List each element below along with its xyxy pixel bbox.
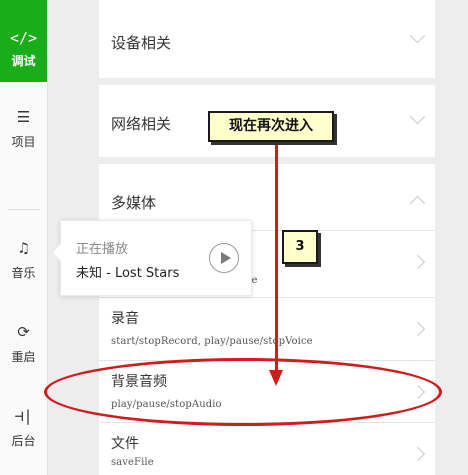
list-item-title: 文件: [111, 436, 139, 452]
sidebar-item-label: 项目: [11, 135, 36, 149]
background-icon: ⊣|: [14, 407, 33, 425]
chevron-right-icon: [410, 446, 426, 462]
chevron-right-icon: [410, 254, 426, 270]
list-item-file[interactable]: 文件 saveFile: [99, 422, 435, 475]
list-item-title: 录音: [111, 311, 139, 327]
sidebar-item-restart[interactable]: ⟳ 重启: [0, 322, 47, 365]
chevron-up-icon[interactable]: [409, 195, 426, 212]
sidebar-divider: [8, 209, 40, 210]
section-title: 网络相关: [111, 115, 172, 133]
list-item-subtitle: saveFile: [111, 457, 154, 468]
highlight-ellipse: [44, 358, 442, 426]
section-title[interactable]: 多媒体: [111, 192, 156, 213]
sidebar-item-background[interactable]: ⊣| 后台: [0, 406, 47, 449]
annotation-callout: 现在再次进入: [208, 111, 334, 142]
sidebar-item-label: 后台: [11, 434, 36, 448]
music-player-popup: 正在播放 未知 - Lost Stars: [60, 220, 252, 296]
annotation-arrow: [275, 142, 278, 382]
sidebar-item-label: 音乐: [11, 266, 36, 280]
code-icon: </>: [9, 29, 38, 47]
restart-icon: ⟳: [17, 323, 30, 341]
chevron-right-icon: [410, 321, 426, 337]
sidebar: </> 调试 ☰ 项目 ♫ 音乐 ⟳ 重启 ⊣| 后台: [0, 0, 48, 475]
sidebar-item-label: 调试: [11, 54, 36, 68]
list-item-subtitle: start/stopRecord, play/pause/stopVoice: [111, 336, 313, 347]
music-note-icon: ♫: [18, 239, 29, 257]
section-multimedia: 多媒体 ge 录音 start/stopRecord, play/pause/s…: [99, 164, 435, 475]
chevron-down-icon: [409, 108, 426, 125]
arrow-head-icon: [269, 370, 283, 386]
song-title: 未知 - Lost Stars: [76, 266, 180, 281]
section-title: 设备相关: [111, 34, 172, 52]
sidebar-item-label: 重启: [11, 350, 36, 364]
play-icon[interactable]: [209, 243, 239, 273]
sidebar-item-debug[interactable]: </> 调试: [0, 0, 47, 82]
now-playing-label: 正在播放: [76, 242, 129, 257]
chevron-down-icon: [409, 27, 426, 44]
sidebar-item-music[interactable]: ♫ 音乐: [0, 238, 47, 281]
app-root: </> 调试 ☰ 项目 ♫ 音乐 ⟳ 重启 ⊣| 后台 设备相关 网络相关 多媒…: [0, 0, 468, 475]
menu-icon: ☰: [16, 108, 31, 126]
sidebar-item-project[interactable]: ☰ 项目: [0, 107, 47, 150]
list-item-record[interactable]: 录音 start/stopRecord, play/pause/stopVoic…: [99, 297, 435, 365]
section-device[interactable]: 设备相关: [99, 0, 435, 78]
step-number-badge: 3: [282, 230, 318, 264]
